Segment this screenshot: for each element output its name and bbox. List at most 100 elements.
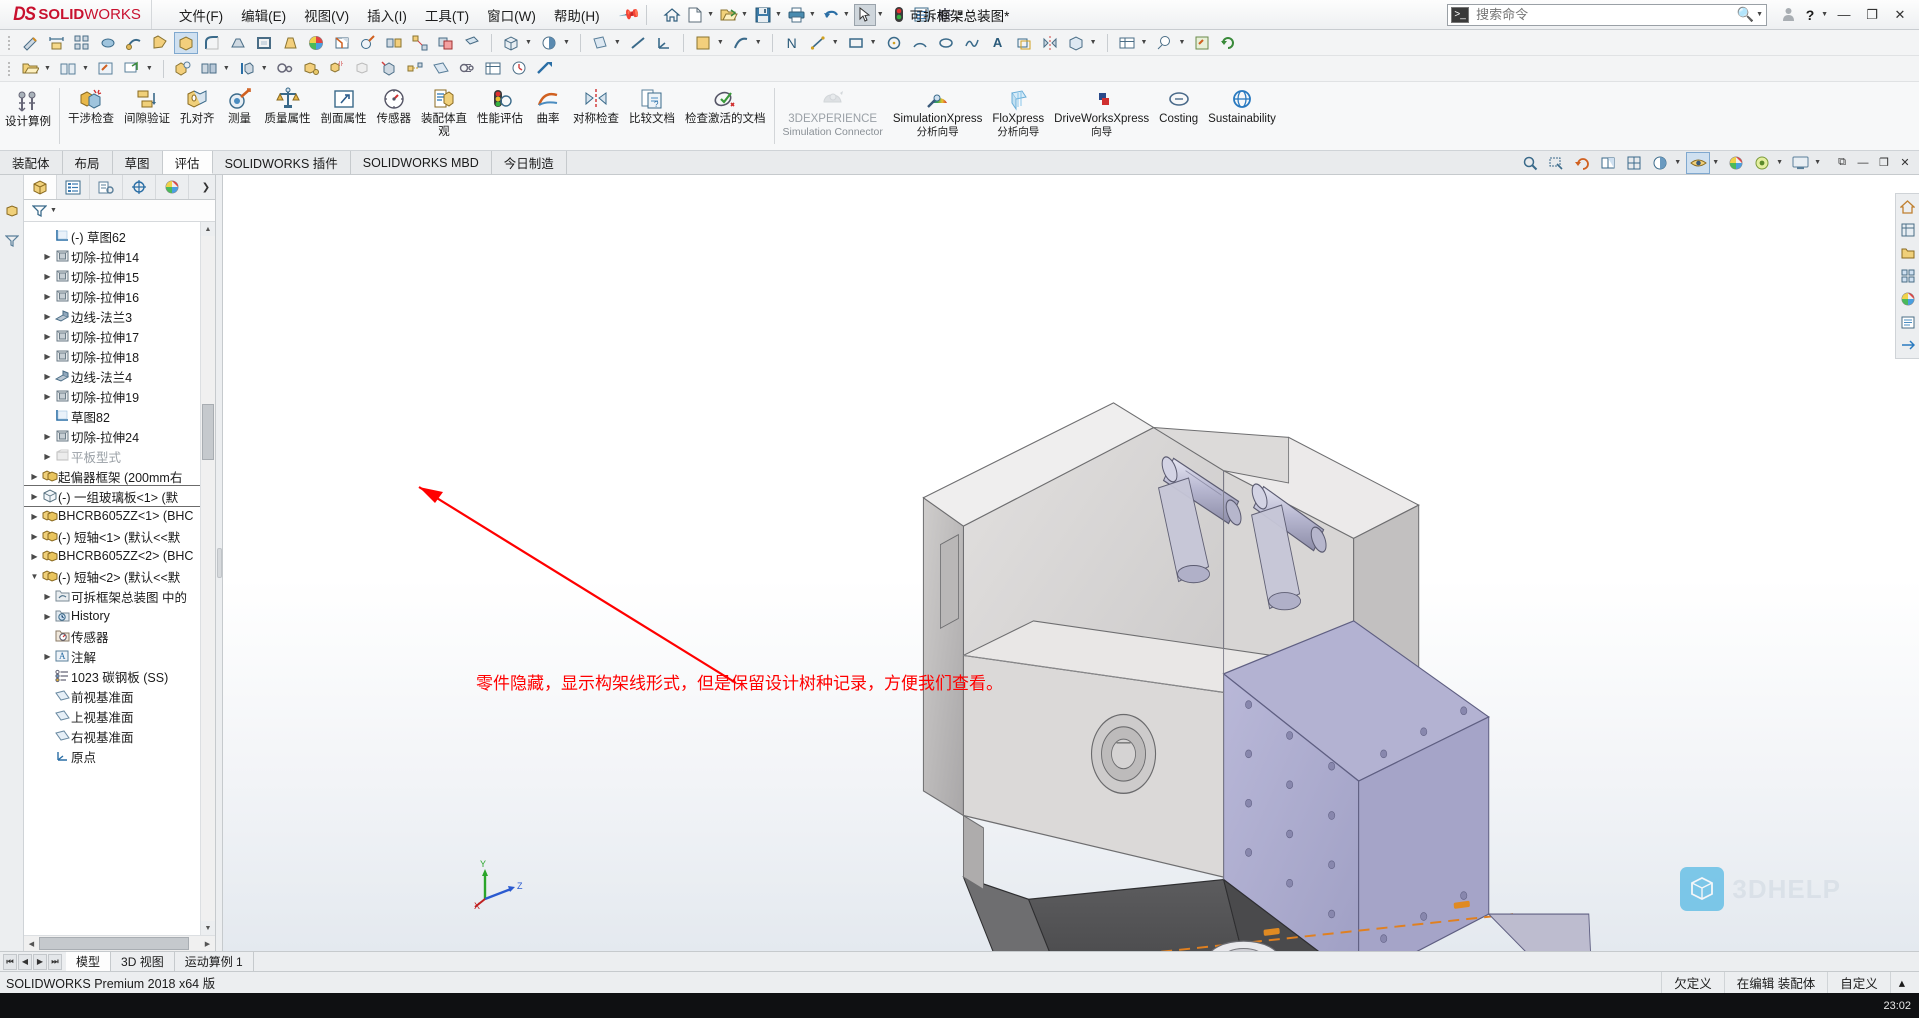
balloon-caret[interactable]: ▼ <box>1178 39 1185 46</box>
view-orientation-caret[interactable]: ▼ <box>525 39 532 46</box>
rebuild-tool-icon[interactable] <box>1216 32 1240 54</box>
feature-tree-row[interactable]: 草图82 <box>24 406 200 426</box>
hide-show-items-icon[interactable] <box>1686 151 1711 174</box>
view-expand-icon[interactable] <box>1898 335 1918 355</box>
feature-tree-row[interactable]: ▶ 平板型式 <box>24 446 200 466</box>
draft-icon[interactable] <box>278 32 302 54</box>
expand-arrow-icon[interactable]: ▶ <box>41 432 54 441</box>
linear-pattern-icon[interactable] <box>70 32 94 54</box>
select-cursor-icon[interactable] <box>853 3 876 26</box>
feature-tree-row[interactable]: ▶ 切除-拉伸17 <box>24 326 200 346</box>
extruded-boss-icon[interactable] <box>174 31 198 54</box>
menu-file[interactable]: 文件(F) <box>170 2 232 28</box>
view-home-icon[interactable] <box>1898 197 1918 217</box>
view-settings-caret[interactable]: ▼ <box>1776 159 1783 166</box>
move-component-icon[interactable] <box>235 58 259 80</box>
bom-assembly-icon[interactable] <box>481 58 505 80</box>
n-sign-icon[interactable]: N <box>780 32 804 54</box>
undo-dropdown-caret[interactable]: ▼ <box>843 11 850 18</box>
bom-caret[interactable]: ▼ <box>1141 39 1148 46</box>
feature-tree-row[interactable]: ▶ BHCRB605ZZ<1> (BHC <box>24 506 200 526</box>
menu-help[interactable]: 帮助(H) <box>545 2 609 28</box>
feature-tree-filter-bar[interactable]: ▼ <box>24 200 215 222</box>
spline-icon[interactable] <box>960 32 984 54</box>
smart-fastener-icon[interactable] <box>299 58 323 80</box>
feature-tree-row[interactable]: ▶ 切除-拉伸18 <box>24 346 200 366</box>
hide-show-caret[interactable]: ▼ <box>1712 159 1719 166</box>
section-view-toggle-icon[interactable] <box>1596 152 1620 174</box>
balloon-icon[interactable] <box>1152 32 1176 54</box>
toolbar-grip-2[interactable] <box>6 60 12 78</box>
plane-caret[interactable]: ▼ <box>614 39 621 46</box>
search-command-box[interactable]: >_ 🔍 ▼ <box>1447 3 1768 26</box>
rectangle-caret[interactable]: ▼ <box>870 39 877 46</box>
feature-tree-row[interactable]: 右视基准面 <box>24 726 200 746</box>
smart-dimension-icon[interactable] <box>44 32 68 54</box>
expand-arrow-icon[interactable]: ▶ <box>28 532 41 541</box>
view-folder-icon[interactable] <box>1898 243 1918 263</box>
move-caret[interactable]: ▼ <box>261 65 268 72</box>
feature-manager-more-icon[interactable]: ❯ <box>197 175 215 199</box>
feature-tree-row[interactable]: ▶ 切除-拉伸15 <box>24 266 200 286</box>
expand-arrow-icon[interactable]: ▶ <box>41 272 54 281</box>
ribbon-sustainability[interactable]: Sustainability <box>1203 82 1281 150</box>
home-icon[interactable] <box>661 4 683 26</box>
pushpin-icon[interactable]: 📌 <box>617 3 641 27</box>
ribbon-curvature[interactable]: 曲率 <box>528 82 568 150</box>
feature-tree-row[interactable]: ▶ 切除-拉伸19 <box>24 386 200 406</box>
circle-icon[interactable] <box>882 32 906 54</box>
view-front-icon[interactable] <box>1898 220 1918 240</box>
ribbon-3dexperience[interactable]: 3DEXPERIENCE Simulation Connector <box>778 82 888 150</box>
new-window-icon[interactable] <box>120 58 144 80</box>
display-manager-tab[interactable] <box>156 175 189 199</box>
color-palette-icon[interactable] <box>304 32 328 54</box>
compare-side-icon[interactable] <box>56 58 80 80</box>
feature-tree-tab[interactable] <box>24 175 57 199</box>
scroll-up-arrow[interactable]: ▲ <box>201 222 215 236</box>
new-part-caret[interactable]: ▼ <box>717 39 724 46</box>
ribbon-compare-documents[interactable]: ? 比较文档 <box>624 82 680 150</box>
ribbon-interference-detection[interactable]: 干涉检查 <box>63 82 119 150</box>
new-part-icon[interactable] <box>691 32 715 54</box>
ribbon-measure[interactable]: 测量 <box>220 82 260 150</box>
hscroll-left-arrow[interactable]: ◀ <box>24 940 39 948</box>
feature-tree-row[interactable]: 前视基准面 <box>24 686 200 706</box>
feature-tree-row[interactable]: 上视基准面 <box>24 706 200 726</box>
feature-tree-row[interactable]: ▶ A 注解 <box>24 646 200 666</box>
feature-tree-row[interactable]: ▶ (-) 一组玻璃板<1> (默 <box>24 485 200 507</box>
expand-arrow-icon[interactable]: ▶ <box>41 332 54 341</box>
plane-icon[interactable] <box>588 32 612 54</box>
component-pattern-icon[interactable] <box>325 58 349 80</box>
line-caret[interactable]: ▼ <box>832 39 839 46</box>
tab-next-button[interactable]: ▶ <box>33 953 47 970</box>
search-input[interactable] <box>1474 6 1737 23</box>
menu-tools[interactable]: 工具(T) <box>416 2 478 28</box>
measure-tool-icon[interactable] <box>356 32 380 54</box>
view-orientation-icon[interactable] <box>499 32 523 54</box>
select-dropdown-caret[interactable]: ▼ <box>877 11 884 18</box>
sketch-icon[interactable] <box>18 32 42 54</box>
feature-tree-row[interactable]: ▶ 切除-拉伸24 <box>24 426 200 446</box>
ribbon-check-active-document[interactable]: 检查激活的文档 <box>680 82 771 150</box>
close-button[interactable]: ✕ <box>1887 3 1913 27</box>
insert-component-icon[interactable] <box>171 58 195 80</box>
ellipse-icon[interactable] <box>934 32 958 54</box>
status-expand-icon[interactable]: ▴ <box>1889 971 1913 994</box>
collapse-arrow-icon[interactable]: ▼ <box>28 572 41 581</box>
new-window-caret[interactable]: ▼ <box>146 65 153 72</box>
feature-tree-row[interactable]: 原点 <box>24 746 200 766</box>
ribbon-mass-properties[interactable]: 质量属性 <box>260 82 316 150</box>
hscroll-right-arrow[interactable]: ▶ <box>200 940 215 948</box>
bottom-tab-3dviews[interactable]: 3D 视图 <box>111 952 175 971</box>
document-maximize-icon[interactable]: ❐ <box>1874 153 1894 173</box>
rebuild-traffic-icon[interactable] <box>888 4 910 26</box>
tab-assembly[interactable]: 装配体 <box>0 151 63 174</box>
display-style-toggle-icon[interactable] <box>1648 152 1672 174</box>
feature-tree-row[interactable]: (-) 草图62 <box>24 226 200 246</box>
expand-arrow-icon[interactable]: ▶ <box>41 352 54 361</box>
loft-icon[interactable] <box>148 32 172 54</box>
reference-plane-icon[interactable] <box>429 58 453 80</box>
interference-icon[interactable] <box>434 32 458 54</box>
panel-splitter[interactable] <box>216 175 223 951</box>
exploded-view-icon[interactable] <box>408 32 432 54</box>
